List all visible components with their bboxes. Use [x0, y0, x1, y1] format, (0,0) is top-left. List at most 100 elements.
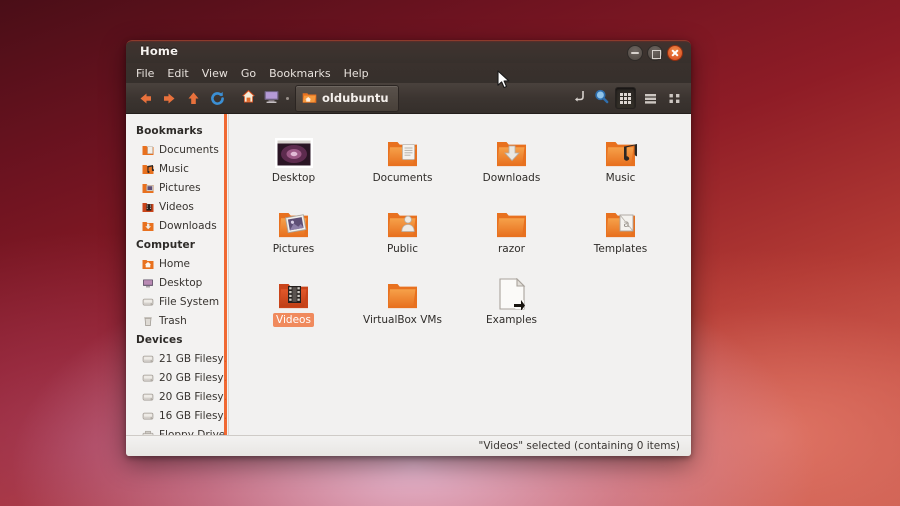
minimize-button[interactable]	[627, 45, 643, 61]
templates-folder-icon: a	[605, 195, 637, 239]
file-item-virtualbox-vms[interactable]: VirtualBox VMs	[348, 266, 457, 335]
status-text: "Videos" selected (containing 0 items)	[478, 440, 681, 452]
trash-icon	[142, 315, 154, 327]
file-item-examples[interactable]: Examples	[457, 266, 566, 335]
sidebar-item-music[interactable]: Music	[126, 159, 228, 178]
sidebar-item-label: File System	[159, 295, 220, 308]
sidebar-item-floppy-drive[interactable]: Floppy Drive	[126, 425, 228, 435]
sidebar-item-label: Floppy Drive	[159, 428, 226, 436]
sidebar-item-21-gb-filesy[interactable]: 21 GB Filesy…	[126, 349, 228, 368]
menubar: File Edit View Go Bookmarks Help	[126, 63, 691, 83]
breadcrumb-oldubuntu[interactable]: oldubuntu	[295, 84, 399, 112]
list-view-button[interactable]	[641, 88, 660, 108]
sidebar-item-downloads[interactable]: Downloads	[126, 216, 228, 235]
sidebar-section-bookmarks: Bookmarks	[136, 125, 203, 137]
sidebar-item-label: Downloads	[159, 219, 217, 232]
window-controls	[627, 45, 683, 61]
sidebar-item-label: Pictures	[159, 181, 201, 194]
desktop-icon	[142, 277, 154, 289]
file-item-label: Music	[605, 172, 636, 184]
sidebar-item-label: 21 GB Filesy…	[159, 352, 229, 365]
sidebar-section-computer: Computer	[136, 239, 195, 251]
file-item-downloads[interactable]: Downloads	[457, 124, 566, 193]
drive-icon	[142, 391, 154, 403]
file-item-label: Downloads	[482, 172, 541, 184]
file-item-templates[interactable]: a Templates	[566, 195, 675, 264]
music-folder-icon	[142, 163, 155, 175]
sidebar-item-documents[interactable]: Documents	[126, 140, 228, 159]
sidebar-item-label: Trash	[159, 314, 187, 327]
sidebar-item-desktop[interactable]: Desktop	[126, 273, 228, 292]
file-item-label: Documents	[372, 172, 433, 184]
file-item-desktop[interactable]: Desktop	[239, 124, 348, 193]
public-folder-icon	[387, 195, 419, 239]
file-item-razor[interactable]: razor	[457, 195, 566, 264]
file-item-documents[interactable]: Documents	[348, 124, 457, 193]
location-bar: oldubuntu	[240, 84, 399, 112]
plain-folder-icon	[496, 195, 528, 239]
close-button[interactable]	[667, 45, 683, 61]
sidebar-item-videos[interactable]: Videos	[126, 197, 228, 216]
menu-go[interactable]: Go	[241, 67, 256, 80]
home-icon[interactable]	[240, 88, 257, 109]
back-arrow-icon[interactable]	[137, 90, 154, 107]
pictures-folder-icon	[278, 195, 310, 239]
drive-icon	[142, 410, 154, 422]
window-titlebar[interactable]: Home	[126, 40, 691, 63]
up-arrow-icon[interactable]	[185, 90, 202, 107]
sidebar-item-20-gb-filesy[interactable]: 20 GB Filesy…	[126, 387, 228, 406]
file-item-public[interactable]: Public	[348, 195, 457, 264]
maximize-button[interactable]	[647, 45, 663, 61]
menu-file[interactable]: File	[136, 67, 154, 80]
sidebar-item-label: 20 GB Filesy…	[159, 390, 229, 403]
sidebar-item-label: Desktop	[159, 276, 203, 289]
file-item-label: razor	[497, 243, 525, 255]
sidebar-item-label: 16 GB Filesy…	[159, 409, 229, 422]
forward-arrow-icon[interactable]	[161, 90, 178, 107]
floppy-icon	[142, 429, 154, 435]
sidebar-item-20-gb-filesy[interactable]: 20 GB Filesy…	[126, 368, 228, 387]
symlink-document-icon	[497, 266, 527, 310]
plain-folder-icon	[387, 266, 419, 310]
home-folder-icon	[302, 89, 317, 108]
icon-grid: Desktop Documents Downloads Music Pictur…	[229, 124, 691, 337]
path-entry-icon[interactable]	[572, 88, 588, 108]
sidebar-item-pictures[interactable]: Pictures	[126, 178, 228, 197]
menu-edit[interactable]: Edit	[167, 67, 188, 80]
compact-view-button[interactable]	[665, 88, 684, 108]
reload-icon[interactable]	[209, 90, 226, 107]
file-item-music[interactable]: Music	[566, 124, 675, 193]
home-folder-icon	[142, 258, 154, 270]
sidebar-item-label: Documents	[159, 143, 219, 156]
menu-help[interactable]: Help	[344, 67, 369, 80]
file-item-label: Desktop	[271, 172, 316, 184]
downloads-folder-icon	[496, 124, 528, 168]
menu-view[interactable]: View	[202, 67, 228, 80]
file-list-area[interactable]: Desktop Documents Downloads Music Pictur…	[229, 114, 691, 435]
sidebar-scrollbar[interactable]	[224, 114, 227, 435]
sidebar-item-trash[interactable]: Trash	[126, 311, 228, 330]
computer-icon[interactable]	[263, 88, 280, 109]
sidebar: Bookmarks Documents Music Pictures Videos Dow…	[126, 114, 229, 435]
documents-folder-icon	[142, 144, 154, 156]
icon-view-button[interactable]	[615, 87, 636, 109]
sidebar-item-16-gb-filesy[interactable]: 16 GB Filesy…	[126, 406, 228, 425]
window-body: Bookmarks Documents Music Pictures Videos Dow…	[126, 114, 691, 435]
file-item-pictures[interactable]: Pictures	[239, 195, 348, 264]
file-item-label: Public	[386, 243, 419, 255]
sidebar-item-label: Home	[159, 257, 191, 270]
sidebar-item-file-system[interactable]: File System	[126, 292, 228, 311]
file-item-videos[interactable]: Videos	[239, 266, 348, 335]
menu-bookmarks[interactable]: Bookmarks	[269, 67, 330, 80]
documents-folder-icon	[387, 124, 419, 168]
file-manager-window: Home File Edit View Go Bookmarks Help ol…	[126, 40, 691, 456]
breadcrumb-label: oldubuntu	[322, 91, 389, 105]
pictures-folder-icon	[142, 182, 154, 194]
drive-icon	[142, 296, 154, 308]
file-item-label: Examples	[485, 314, 538, 326]
sidebar-item-home[interactable]: Home	[126, 254, 228, 273]
path-separator-icon	[286, 96, 289, 100]
navigation-buttons	[133, 90, 226, 107]
search-icon[interactable]	[593, 88, 610, 109]
toolbar-right-buttons	[572, 87, 684, 109]
